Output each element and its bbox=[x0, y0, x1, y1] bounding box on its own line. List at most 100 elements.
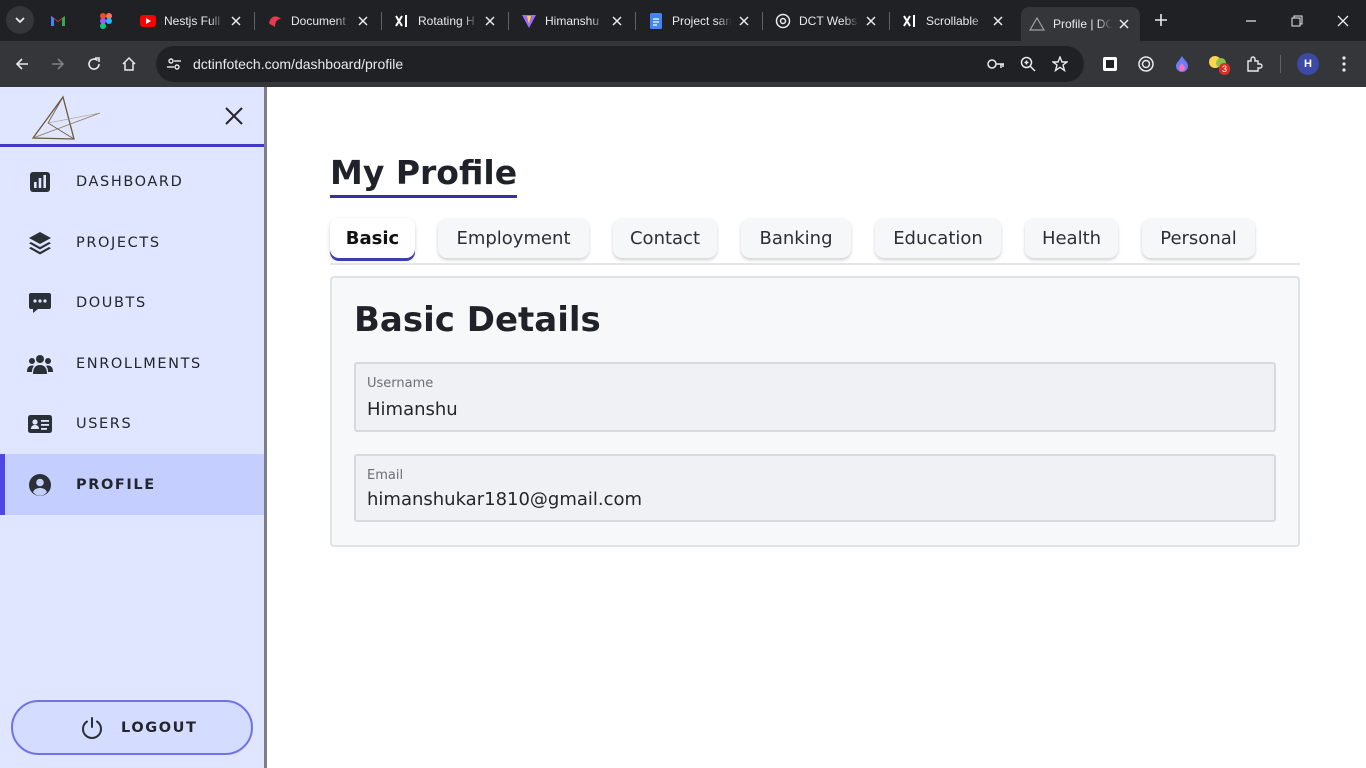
tab-personal[interactable]: Personal bbox=[1142, 218, 1255, 258]
tab-gmail[interactable] bbox=[50, 0, 70, 41]
tab-health[interactable]: Health bbox=[1025, 218, 1118, 258]
arrow-right-icon bbox=[52, 58, 65, 70]
card-title: Basic Details bbox=[354, 300, 601, 340]
home-button[interactable] bbox=[115, 50, 143, 78]
sidebar-item-label: USERS bbox=[76, 416, 133, 432]
tab-education[interactable]: Education bbox=[875, 218, 1001, 258]
sidebar-item-doubts[interactable]: DOUBTS bbox=[0, 273, 264, 333]
sidebar-item-profile[interactable]: PROFILE bbox=[0, 454, 264, 515]
close-icon[interactable] bbox=[482, 13, 498, 29]
tab-himanshu[interactable]: Himanshu bbox=[521, 0, 625, 41]
restore-icon bbox=[1291, 15, 1303, 26]
tab-search-button[interactable] bbox=[6, 6, 34, 34]
tab-separator bbox=[254, 12, 255, 30]
email-field[interactable]: Email himanshukar1810@gmail.com bbox=[354, 454, 1276, 522]
sidebar-close-button[interactable] bbox=[220, 102, 248, 130]
kebab-menu-icon bbox=[1342, 56, 1346, 72]
browser-menu-button[interactable] bbox=[1333, 53, 1355, 75]
browser-tab-strip: Nestjs Full Document Rotating H Himanshu… bbox=[0, 0, 1366, 41]
profile-avatar[interactable]: H bbox=[1297, 53, 1319, 75]
window-close-button[interactable] bbox=[1320, 0, 1366, 41]
sidebar-item-enrollments[interactable]: ENROLLMENTS bbox=[0, 334, 264, 394]
sidebar-item-users[interactable]: USERS bbox=[0, 394, 264, 454]
close-icon[interactable] bbox=[355, 13, 371, 29]
username-field[interactable]: Username Himanshu bbox=[354, 362, 1276, 432]
new-tab-button[interactable] bbox=[1148, 7, 1174, 33]
extension-target-icon[interactable] bbox=[1135, 53, 1157, 75]
tab-basic[interactable]: Basic bbox=[330, 218, 415, 258]
close-icon[interactable] bbox=[736, 13, 752, 29]
chevron-down-icon bbox=[15, 17, 25, 24]
zoom-icon[interactable] bbox=[1018, 54, 1038, 74]
profile-tabs: Basic Employment Contact Banking Educati… bbox=[330, 218, 1300, 265]
xl-icon bbox=[394, 13, 410, 29]
close-icon bbox=[1337, 15, 1349, 26]
reload-icon bbox=[88, 57, 100, 70]
restore-button[interactable] bbox=[1274, 0, 1320, 41]
address-bar[interactable]: dctinfotech.com/dashboard/profile bbox=[156, 46, 1084, 82]
sidebar-item-projects[interactable]: PROJECTS bbox=[0, 213, 264, 273]
tab-separator bbox=[381, 12, 382, 30]
chat-bubble-icon bbox=[27, 290, 53, 316]
main-content: My Profile Basic Employment Contact Bank… bbox=[267, 87, 1366, 768]
username-label: Username bbox=[367, 376, 434, 391]
sidebar-item-label: DASHBOARD bbox=[76, 174, 184, 190]
tab-dct-website[interactable]: DCT Webs bbox=[775, 0, 879, 41]
id-card-icon bbox=[27, 411, 53, 437]
tab-banking[interactable]: Banking bbox=[741, 218, 851, 258]
close-icon[interactable] bbox=[1116, 16, 1132, 32]
forward-button[interactable] bbox=[44, 50, 72, 78]
tab-title: Nestjs Full bbox=[164, 13, 221, 28]
tab-document[interactable]: Document bbox=[267, 0, 371, 41]
openai-icon bbox=[775, 13, 791, 29]
logout-button[interactable]: LOGOUT bbox=[11, 700, 253, 755]
dct-logo-icon bbox=[1029, 16, 1045, 32]
tab-separator bbox=[635, 12, 636, 30]
bar-chart-icon bbox=[27, 169, 53, 195]
plus-icon bbox=[1155, 14, 1167, 26]
extension-badge-button[interactable]: 3 bbox=[1207, 53, 1231, 75]
tab-title: Rotating H bbox=[418, 13, 475, 28]
url-text[interactable]: dctinfotech.com/dashboard/profile bbox=[193, 56, 403, 72]
password-key-icon[interactable] bbox=[986, 54, 1006, 74]
tab-contact[interactable]: Contact bbox=[613, 218, 717, 258]
browser-toolbar: dctinfotech.com/dashboard/profile 3 H bbox=[0, 41, 1366, 87]
email-value: himanshukar1810@gmail.com bbox=[367, 489, 643, 510]
tab-title: Profile | DC bbox=[1053, 17, 1112, 31]
logo-icon bbox=[31, 95, 101, 140]
close-icon[interactable] bbox=[609, 13, 625, 29]
user-circle-icon bbox=[27, 472, 53, 498]
extension-flame-icon[interactable] bbox=[1171, 53, 1193, 75]
gmail-icon bbox=[50, 13, 66, 29]
tab-rotating[interactable]: Rotating H bbox=[394, 0, 498, 41]
basic-details-card: Basic Details Username Himanshu Email hi… bbox=[330, 276, 1300, 547]
tab-title: Scrollable bbox=[926, 13, 979, 28]
tab-title: DCT Webs bbox=[799, 13, 858, 28]
tab-project[interactable]: Project san bbox=[648, 0, 752, 41]
tab-nestjs[interactable]: Nestjs Full bbox=[140, 0, 244, 41]
reload-button[interactable] bbox=[80, 50, 108, 78]
close-icon[interactable] bbox=[228, 13, 244, 29]
minimize-icon bbox=[1246, 19, 1256, 22]
extensions-puzzle-icon[interactable] bbox=[1243, 53, 1265, 75]
layers-icon bbox=[27, 230, 53, 256]
minimize-button[interactable] bbox=[1228, 0, 1274, 41]
tab-scrollable[interactable]: Scrollable bbox=[902, 0, 1006, 41]
site-info-icon[interactable] bbox=[164, 54, 184, 74]
tab-figma[interactable] bbox=[98, 0, 118, 41]
tab-employment[interactable]: Employment bbox=[438, 218, 589, 258]
tab-separator bbox=[889, 12, 890, 30]
close-icon[interactable] bbox=[990, 13, 1006, 29]
youtube-icon bbox=[140, 13, 156, 29]
back-button[interactable] bbox=[8, 50, 36, 78]
bookmark-star-icon[interactable] bbox=[1050, 54, 1070, 74]
sidebar-header bbox=[0, 87, 264, 147]
tab-profile-active[interactable]: Profile | DC bbox=[1021, 7, 1140, 41]
extension-square-icon[interactable] bbox=[1099, 53, 1121, 75]
sidebar-item-label: ENROLLMENTS bbox=[76, 356, 202, 372]
xl-icon bbox=[902, 13, 918, 29]
page-title: My Profile bbox=[330, 153, 518, 198]
close-icon[interactable] bbox=[863, 13, 879, 29]
sidebar-item-dashboard[interactable]: DASHBOARD bbox=[0, 152, 264, 212]
tab-separator bbox=[762, 12, 763, 30]
